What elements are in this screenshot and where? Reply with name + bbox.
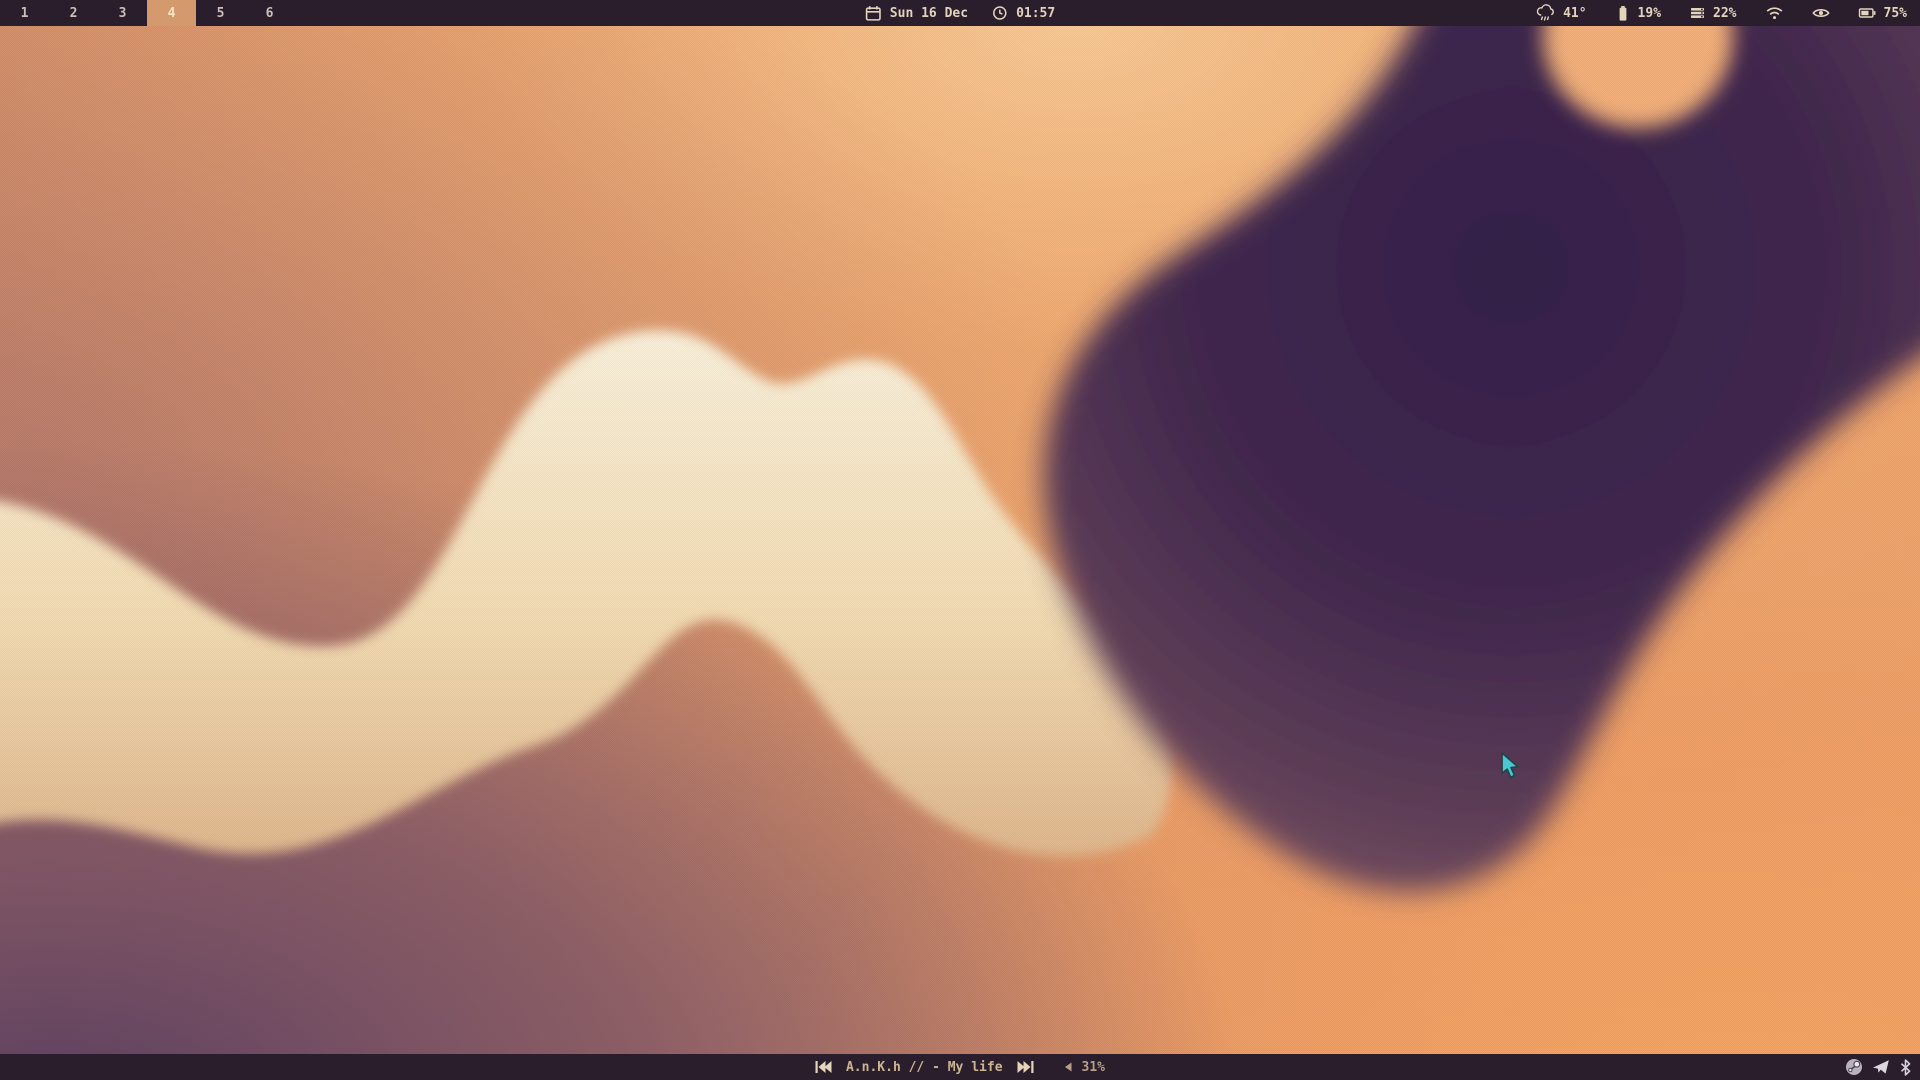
- workspace-button-6[interactable]: 6: [245, 0, 294, 26]
- date-label: Sun 16 Dec: [890, 6, 968, 21]
- weather-temp-label: 41°: [1563, 6, 1586, 21]
- battery-module: 75%: [1858, 6, 1907, 21]
- weather-rain-icon: [1536, 3, 1556, 23]
- eye-icon: [1812, 6, 1830, 20]
- wifi-icon: [1765, 5, 1784, 21]
- memory-icon: [1689, 5, 1706, 21]
- battery-main-label: 75%: [1884, 6, 1907, 21]
- battery-secondary-label: 19%: [1638, 6, 1661, 21]
- steam-tray-icon[interactable]: [1845, 1058, 1863, 1076]
- previous-track-icon[interactable]: [815, 1060, 832, 1074]
- memory-usage-label: 22%: [1713, 6, 1736, 21]
- workspace-button-5[interactable]: 5: [196, 0, 245, 26]
- bluetooth-tray-icon[interactable]: [1899, 1059, 1912, 1076]
- next-track-icon[interactable]: [1017, 1060, 1034, 1074]
- workspace-button-2[interactable]: 2: [49, 0, 98, 26]
- status-modules: 41° 19%: [1536, 0, 1920, 26]
- clock-icon: [992, 5, 1008, 21]
- system-tray: [1845, 1054, 1920, 1080]
- track-title: A.n.K.h // - My life: [846, 1060, 1003, 1075]
- volume-label: 31%: [1082, 1060, 1105, 1075]
- desktop: 1 2 3 4 5 6 Sun 16 Dec: [0, 0, 1920, 1080]
- top-bar: 1 2 3 4 5 6 Sun 16 Dec: [0, 0, 1920, 26]
- music-player-module: A.n.K.h // - My life 31%: [815, 1054, 1105, 1080]
- memory-module: 22%: [1689, 5, 1736, 21]
- weather-module: 41°: [1536, 3, 1586, 23]
- datetime-module: Sun 16 Dec 01:57: [865, 0, 1055, 26]
- time-label: 01:57: [1016, 6, 1055, 21]
- bottom-bar: A.n.K.h // - My life 31%: [0, 1054, 1920, 1080]
- workspace-switcher: 1 2 3 4 5 6: [0, 0, 294, 26]
- desktop-wallpaper: [0, 0, 1920, 1080]
- workspace-button-4[interactable]: 4: [147, 0, 196, 26]
- mouse-cursor: [1500, 752, 1522, 780]
- workspace-button-3[interactable]: 3: [98, 0, 147, 26]
- volume-icon: [1062, 1061, 1074, 1073]
- battery-icon: [1858, 6, 1877, 20]
- telegram-tray-icon[interactable]: [1872, 1059, 1890, 1075]
- volume-module[interactable]: 31%: [1062, 1060, 1105, 1075]
- workspace-button-1[interactable]: 1: [0, 0, 49, 26]
- battery-secondary-module: 19%: [1615, 5, 1661, 22]
- calendar-icon: [865, 5, 882, 22]
- battery-vertical-icon: [1615, 5, 1631, 22]
